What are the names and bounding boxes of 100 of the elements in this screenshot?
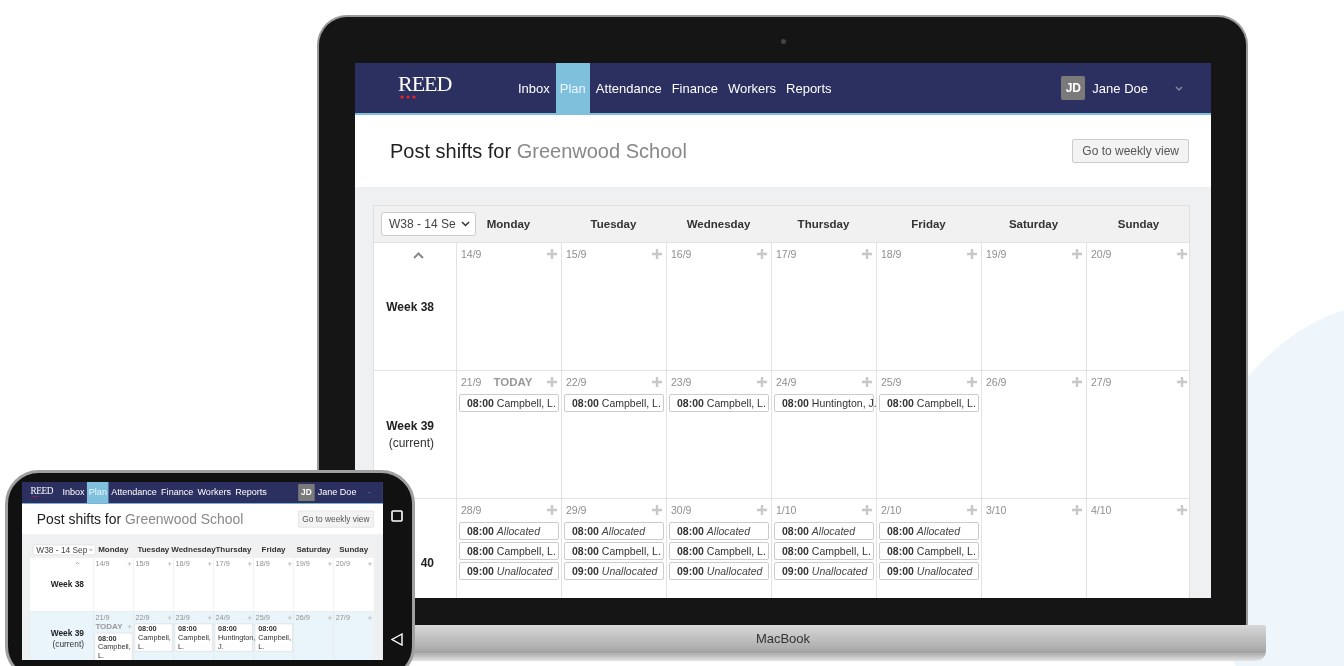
shift-chip[interactable]: 08:00 Campbell, L. [774,542,874,560]
plus-icon[interactable] [862,249,872,259]
chevron-down-icon[interactable] [1175,85,1183,91]
plus-icon[interactable] [652,377,662,387]
shift-chip[interactable]: 09:00 Unallocated [564,562,664,580]
shift-chip[interactable]: 08:00 Allocated [774,522,874,540]
week-note: (current) [388,436,434,450]
week-note: (current) [52,639,84,649]
logo: REED [30,486,54,496]
plus-icon[interactable] [757,249,767,259]
shift-chip[interactable]: 09:00 Unallocated [774,562,874,580]
nav-tab[interactable]: Finance [159,482,195,504]
weekly-view-button[interactable]: Go to weekly view [298,510,374,528]
date-label: 24/9 [776,376,797,388]
date-label: 19/9 [986,248,1007,260]
date-label: 23/9 [671,376,692,388]
shift-chip[interactable]: 08:00 Campbell, L. [669,394,769,412]
date-label: 17/9 [776,248,797,260]
plus-icon[interactable] [652,249,662,259]
week-label: Week 39 [386,419,434,433]
date-label: 30/9 [671,504,692,516]
plus-icon[interactable] [1177,505,1187,515]
page-title: Post shifts for Greenwood School [390,139,687,163]
week-select[interactable]: W38 - 14 Sep [32,544,96,555]
day-header: Tuesday [590,218,637,230]
shift-chip[interactable]: 08:00 Campbell, L. [459,394,559,412]
shift-chip[interactable]: 08:00 Campbell, L. [879,394,979,412]
shift-chip[interactable]: 08:00 Campbell, L. [564,394,664,412]
shift-chip[interactable]: 08:00 Huntington, J. [774,394,874,412]
shift-chip[interactable]: 08:00 Allocated [669,522,769,540]
week-label: 40 [420,555,434,570]
day-header: Wednesday [171,545,216,555]
date-label: 22/9 [566,376,587,388]
nav-tab[interactable]: Inbox [514,63,554,113]
shift-chip[interactable]: 08:00 Campbell, L. [459,542,559,560]
shift-chip[interactable]: 08:00 Allocated [459,522,559,540]
date-label: 14/9 [461,248,482,260]
chevron-down-icon [461,221,470,227]
date-label: 27/9 [1091,376,1112,388]
nav-tab[interactable]: Attendance [591,63,666,113]
week-select[interactable]: W38 - 14 Se [381,212,476,236]
laptop-label: MacBook [755,630,811,646]
logo-dots-icon [31,495,39,498]
nav-tab[interactable]: Finance [667,63,722,113]
back-icon[interactable] [391,633,403,646]
square-icon[interactable] [391,510,403,522]
nav-tab[interactable]: Workers [723,63,781,113]
plus-icon[interactable] [967,377,977,387]
shift-chip[interactable]: 09:00 Unallocated [459,562,559,580]
plus-icon[interactable] [967,249,977,259]
shift-chip[interactable]: 09:00 Unallocated [879,562,979,580]
user-name[interactable]: Jane Doe [317,487,357,498]
logo-dots-icon [400,95,418,99]
day-header: Sunday [1117,218,1160,230]
nav-tab[interactable]: Inbox [60,482,87,504]
plus-icon[interactable] [1072,249,1082,259]
shift-chip[interactable]: 09:00 Unallocated [669,562,769,580]
plus-icon[interactable] [1177,377,1187,387]
shift-chip[interactable]: 08:00 Campbell, L. [879,542,979,560]
plus-icon[interactable] [1072,505,1082,515]
plus-icon[interactable] [547,377,557,387]
day-header: Friday [261,545,286,555]
user-name[interactable]: Jane Doe [1092,80,1148,96]
plus-icon[interactable] [547,249,557,259]
shift-chip[interactable]: 08:00 Allocated [564,522,664,540]
nav-tab[interactable]: Attendance [109,482,159,504]
chevron-up-icon[interactable] [413,251,424,259]
plus-icon[interactable] [862,505,872,515]
shift-chip[interactable]: 08:00 Campbell, L. [564,542,664,560]
plus-icon[interactable] [862,377,872,387]
date-label: 15/9 [566,248,587,260]
date-label: 1/10 [776,504,797,516]
day-header: Saturday [1008,218,1059,230]
plus-icon[interactable] [1072,377,1082,387]
plus-icon[interactable] [757,377,767,387]
date-label: 18/9 [881,248,902,260]
day-header: Wednesday [686,218,751,230]
plus-icon[interactable] [1177,249,1187,259]
day-header: Sunday [339,545,369,555]
day-header: Friday [911,218,946,230]
plus-icon[interactable] [757,505,767,515]
date-label: 4/10 [1091,504,1112,516]
logo: REED [398,73,453,95]
shift-chip[interactable]: 08:00 Allocated [879,522,979,540]
weekly-view-button[interactable]: Go to weekly view [1072,139,1189,163]
plus-icon[interactable] [547,505,557,515]
day-header: Monday [486,218,531,230]
day-header: Tuesday [137,545,170,555]
plus-icon[interactable] [967,505,977,515]
nav-tab[interactable]: Workers [195,482,233,504]
avatar: JD [298,484,315,501]
week-label: Week 38 [386,299,434,314]
date-label: 26/9 [986,376,1007,388]
today-label: TODAY [95,622,123,632]
date-label: 3/10 [986,504,1007,516]
shift-chip[interactable]: 08:00 Campbell, L. [669,542,769,560]
nav-tab[interactable]: Reports [233,482,269,504]
nav-tab[interactable]: Reports [782,63,836,113]
date-label: 16/9 [671,248,692,260]
plus-icon[interactable] [652,505,662,515]
